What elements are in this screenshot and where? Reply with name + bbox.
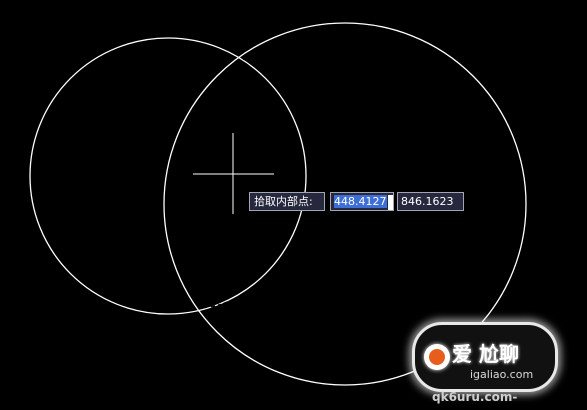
prompt-label: 拾取内部点:: [249, 192, 325, 211]
left-circle-outline: [29, 37, 307, 315]
overlap-dash-left-mask: [211, 53, 319, 308]
overlap-dash-right-mask: [175, 53, 251, 308]
y-coordinate-input[interactable]: 846.1623: [397, 192, 464, 211]
region-preview: [175, 53, 319, 308]
left-circle[interactable]: [29, 37, 307, 315]
x-coordinate-value: 448.4127: [334, 195, 387, 208]
x-coordinate-input[interactable]: 448.4127: [330, 192, 394, 211]
drawing-canvas[interactable]: 拾取内部点: 448.4127 846.1623 爱 尬聊 igaliao.co…: [0, 0, 587, 410]
text-caret: [387, 194, 393, 210]
